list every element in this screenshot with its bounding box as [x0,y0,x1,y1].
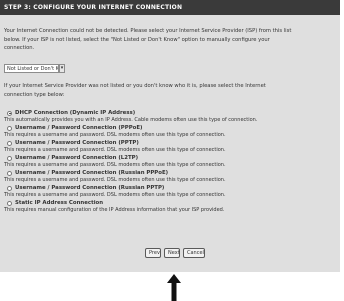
wizard-buttons: Prev Next Cancel [145,248,205,258]
radio-dhcp[interactable] [7,110,12,116]
radio-russian-pppoe[interactable] [7,170,12,176]
option-label: Username / Password Connection (PPTP) [15,140,139,146]
option-desc: This requires a username and password. D… [4,132,226,138]
option-label: Username / Password Connection (Russian … [15,170,169,176]
intro-line-2: below. If your ISP is not listed, select… [4,36,270,43]
option-desc: This requires a username and password. D… [4,177,226,183]
up-arrow-icon [167,274,181,301]
chevron-down-icon[interactable]: ▾ [59,64,65,73]
option-desc: This requires a username and password. D… [4,147,226,153]
option-russian-pppoe: Username / Password Connection (Russian … [4,169,338,184]
next-button[interactable]: Next [164,248,180,258]
intro-line-1: Your Internet Connection could not be de… [4,28,292,34]
option-desc: This requires a username and password. D… [4,162,226,168]
help-line-1: If your Internet Service Provider was no… [4,83,266,89]
help-line-2: connection type below: [4,91,65,98]
option-russian-pptp: Username / Password Connection (Russian … [4,184,338,199]
connection-options: DHCP Connection (Dynamic IP Address) Thi… [4,109,338,214]
intro-text: Your Internet Connection could not be de… [4,27,338,53]
radio-pppoe[interactable] [7,125,12,131]
option-desc: This requires manual configuration of th… [4,207,225,213]
option-dhcp: DHCP Connection (Dynamic IP Address) Thi… [4,109,338,124]
isp-select[interactable]: Not Listed or Don't Know [4,64,59,73]
option-label: DHCP Connection (Dynamic IP Address) [15,110,136,116]
radio-russian-pptp[interactable] [7,185,12,191]
option-pptp: Username / Password Connection (PPTP) Th… [4,139,338,154]
option-desc: This automatically provides you with an … [4,117,258,123]
isp-select-row: Not Listed or Don't Know ▾ [4,64,65,73]
prev-button[interactable]: Prev [145,248,161,258]
option-label: Username / Password Connection (Russian … [15,185,165,191]
option-pppoe: Username / Password Connection (PPPoE) T… [4,124,338,139]
option-label: Username / Password Connection (L2TP) [15,155,139,161]
step-header: STEP 3: CONFIGURE YOUR INTERNET CONNECTI… [0,0,340,15]
option-static-ip: Static IP Address Connection This requir… [4,199,338,214]
intro-line-3: connection. [4,45,35,52]
option-desc: This requires a username and password. D… [4,192,226,198]
wizard-panel: STEP 3: CONFIGURE YOUR INTERNET CONNECTI… [0,0,340,272]
option-label: Static IP Address Connection [15,200,104,206]
radio-pptp[interactable] [7,140,12,146]
radio-static-ip[interactable] [7,200,12,206]
help-text: If your Internet Service Provider was no… [4,82,338,99]
cancel-button[interactable]: Cancel [183,248,205,258]
radio-l2tp[interactable] [7,155,12,161]
option-l2tp: Username / Password Connection (L2TP) Th… [4,154,338,169]
option-label: Username / Password Connection (PPPoE) [15,125,143,131]
